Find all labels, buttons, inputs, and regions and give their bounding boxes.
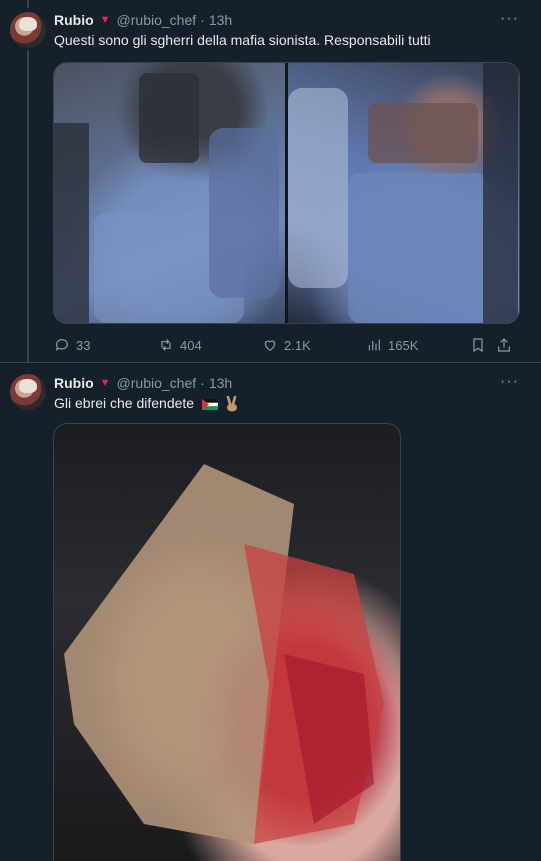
bookmark-button[interactable] xyxy=(470,337,496,353)
reply-button[interactable]: 33 xyxy=(54,337,158,353)
display-name[interactable]: Rubio xyxy=(54,375,94,391)
bookmark-icon xyxy=(473,338,483,353)
thread-line xyxy=(27,0,29,8)
avatar[interactable] xyxy=(10,12,46,48)
timestamp[interactable]: 13h xyxy=(209,375,232,391)
repost-count: 404 xyxy=(180,337,202,353)
tweet[interactable]: Rubio ▼ @rubio_chef · 13h ··· Gli ebrei … xyxy=(0,363,541,861)
repost-button[interactable]: 404 xyxy=(158,337,262,353)
reply-count: 33 xyxy=(76,337,91,353)
view-count: 165K xyxy=(388,337,419,353)
tweet-text: Gli ebrei che difendete xyxy=(54,395,195,411)
views-button[interactable]: 165K xyxy=(366,337,470,353)
avatar[interactable] xyxy=(10,374,46,410)
victory-hand-icon xyxy=(226,396,237,412)
badge-icon: ▼ xyxy=(99,14,111,26)
photo-detail xyxy=(288,63,518,323)
thread-line xyxy=(27,50,29,362)
share-button[interactable] xyxy=(496,337,514,353)
tweet-text-row: Gli ebrei che difendete xyxy=(54,395,239,412)
like-count: 2.1K xyxy=(284,337,311,353)
tweet[interactable]: Rubio ▼ @rubio_chef · 13h ··· Questi son… xyxy=(0,0,541,363)
tweet-header: Rubio ▼ @rubio_chef · 13h xyxy=(54,11,232,29)
display-name[interactable]: Rubio xyxy=(54,12,94,28)
media-photo[interactable] xyxy=(288,63,519,323)
repost-icon xyxy=(161,339,171,351)
separator: · xyxy=(200,375,205,391)
photo-detail xyxy=(54,73,279,323)
handle[interactable]: @rubio_chef xyxy=(117,375,197,391)
timestamp[interactable]: 13h xyxy=(209,12,232,28)
media-photo[interactable] xyxy=(53,423,401,861)
handle[interactable]: @rubio_chef xyxy=(117,12,197,28)
palestine-flag-icon xyxy=(201,398,218,410)
photo-detail xyxy=(64,464,384,844)
tweet-media[interactable] xyxy=(53,62,520,324)
more-options-icon[interactable]: ··· xyxy=(500,373,519,391)
separator: · xyxy=(200,12,205,28)
share-icon xyxy=(498,338,510,352)
more-options-icon[interactable]: ··· xyxy=(500,10,519,28)
badge-icon: ▼ xyxy=(99,377,111,389)
tweet-actions: 33 404 2.1K 165K xyxy=(54,336,519,354)
reply-icon xyxy=(55,339,68,351)
tweet-header: Rubio ▼ @rubio_chef · 13h xyxy=(54,374,232,392)
heart-icon xyxy=(264,340,276,352)
like-button[interactable]: 2.1K xyxy=(262,337,366,353)
tweet-text: Questi sono gli sgherri della mafia sion… xyxy=(54,32,431,48)
media-photo[interactable] xyxy=(54,63,285,323)
analytics-icon xyxy=(368,339,380,351)
